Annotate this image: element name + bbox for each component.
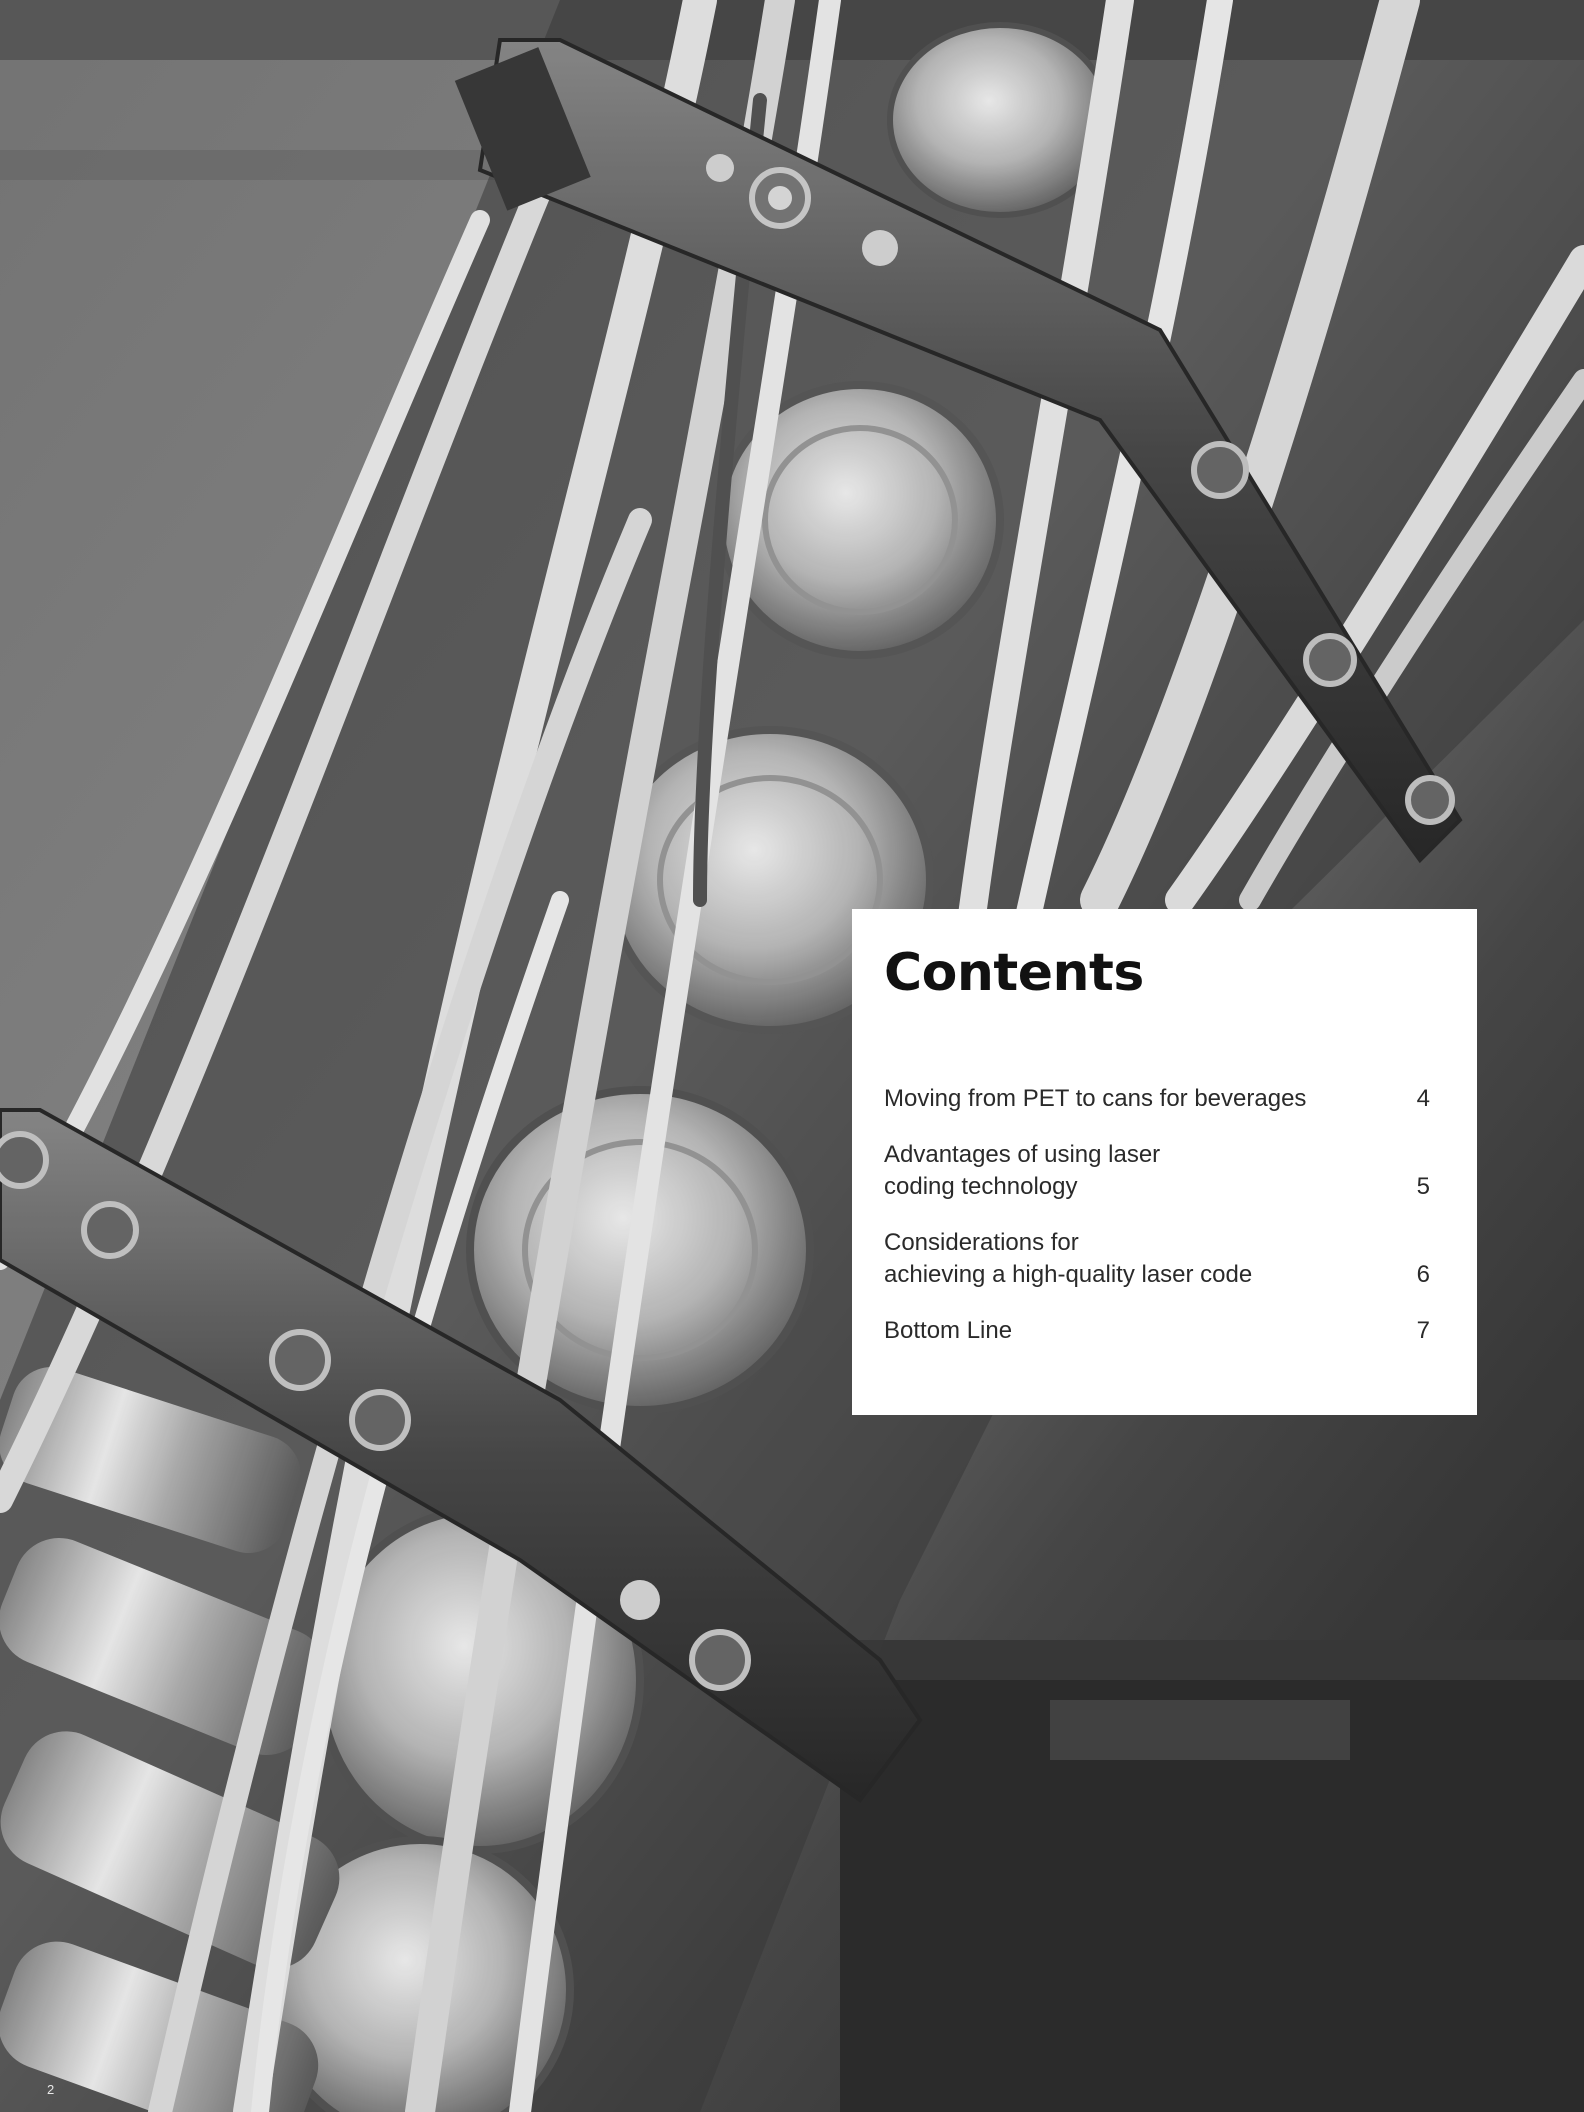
contents-entry-page: 4 <box>1416 1085 1430 1112</box>
contents-entry[interactable]: Moving from PET to cans for beverages 4 <box>884 1083 1430 1115</box>
contents-entry-page: 7 <box>1416 1317 1430 1344</box>
contents-entry-title-line: Advantages of using laser <box>884 1141 1161 1168</box>
contents-entry-title-line: Moving from PET to cans for beverages <box>884 1085 1307 1112</box>
contents-title: Contents <box>884 943 1144 1003</box>
contents-entry-title-line: coding technology <box>884 1173 1078 1200</box>
contents-list: Moving from PET to cans for beverages 4 Ad… <box>884 1083 1430 1371</box>
contents-panel: Contents Moving from PET to cans for bev… <box>852 909 1477 1415</box>
contents-entry-title-line: achieving a high-quality laser code <box>884 1261 1253 1288</box>
contents-entry-title-line: Considerations for <box>884 1229 1079 1256</box>
contents-entry[interactable]: Bottom Line 7 <box>884 1315 1430 1347</box>
page-number: 2 <box>47 2082 55 2097</box>
contents-entry-title-line: Bottom Line <box>884 1317 1013 1344</box>
contents-entry[interactable]: Advantages of using laser coding technolo… <box>884 1139 1430 1203</box>
contents-entry-title: Advantages of using laser coding technolo… <box>884 1139 1160 1203</box>
contents-entry[interactable]: Considerations for achieving a high-quali… <box>884 1227 1430 1291</box>
contents-entry-page: 6 <box>1416 1261 1430 1288</box>
contents-entry-title: Moving from PET to cans for beverages <box>884 1083 1306 1115</box>
contents-entry-title: Considerations for achieving a high-quali… <box>884 1227 1252 1291</box>
contents-entry-page: 5 <box>1416 1173 1430 1200</box>
contents-entry-title: Bottom Line <box>884 1315 1012 1347</box>
